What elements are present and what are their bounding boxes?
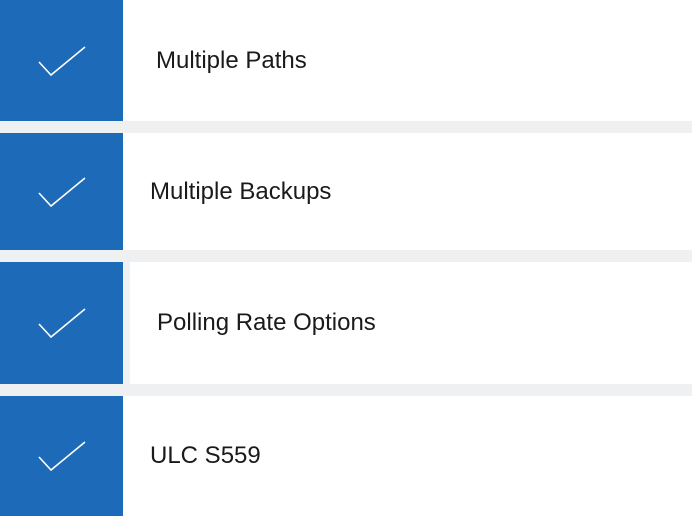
feature-row-multiple-paths: Multiple Paths bbox=[0, 0, 692, 121]
checkmark-icon bbox=[37, 45, 86, 76]
feature-label-panel: Multiple Paths bbox=[123, 0, 692, 121]
feature-label-panel: Polling Rate Options bbox=[130, 262, 692, 384]
feature-row-ulc-s559: ULC S559 bbox=[0, 396, 692, 516]
feature-label-panel: ULC S559 bbox=[123, 396, 692, 516]
checkmark-icon bbox=[37, 308, 86, 339]
feature-row-multiple-backups: Multiple Backups bbox=[0, 133, 692, 250]
feature-label: Multiple Backups bbox=[150, 177, 332, 205]
feature-list: Multiple Paths Multiple Backups Polling … bbox=[0, 0, 692, 516]
row-inner-edge bbox=[123, 262, 130, 384]
checkmark-box bbox=[0, 0, 123, 121]
checkmark-box bbox=[0, 133, 123, 250]
row-separator bbox=[0, 250, 692, 262]
checkmark-icon bbox=[37, 441, 86, 472]
row-separator bbox=[0, 384, 692, 396]
row-separator bbox=[0, 121, 692, 133]
feature-label: Polling Rate Options bbox=[157, 309, 376, 336]
checkmark-icon bbox=[37, 176, 86, 207]
checkmark-box bbox=[0, 396, 123, 516]
feature-label: Multiple Paths bbox=[156, 46, 307, 74]
feature-label-panel: Multiple Backups bbox=[123, 133, 692, 250]
feature-row-polling-rate-options: Polling Rate Options bbox=[0, 262, 692, 384]
checkmark-box bbox=[0, 262, 123, 384]
feature-label: ULC S559 bbox=[150, 442, 261, 469]
